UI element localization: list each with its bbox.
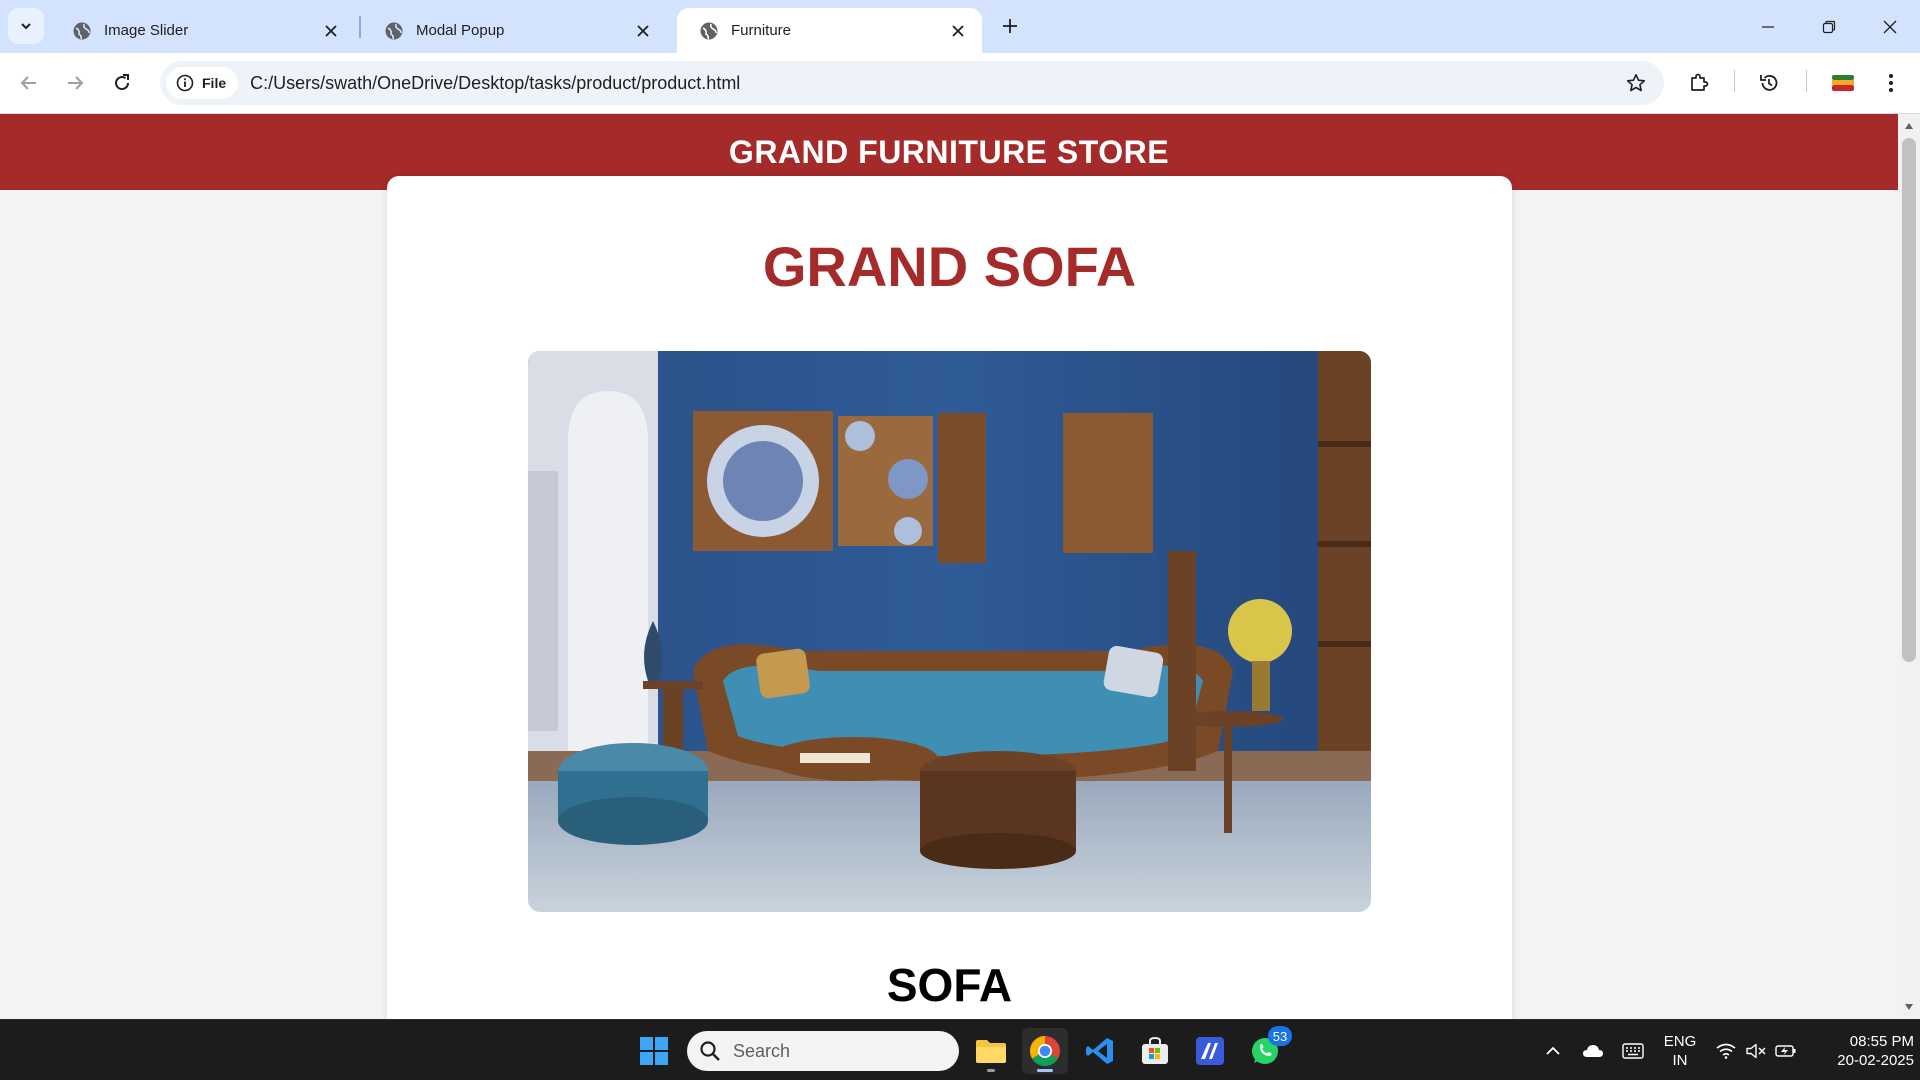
wifi-tray-icon[interactable] bbox=[1712, 1020, 1740, 1080]
restore-icon bbox=[1822, 20, 1836, 33]
info-icon bbox=[176, 74, 194, 92]
keyboard-tray-icon[interactable] bbox=[1618, 1020, 1648, 1080]
minimize-icon bbox=[1762, 25, 1774, 28]
vscode-button[interactable] bbox=[1077, 1028, 1123, 1074]
plus-icon bbox=[1003, 19, 1017, 33]
puzzle-icon bbox=[1691, 73, 1709, 91]
clock-time: 08:55 PM bbox=[1849, 1033, 1914, 1050]
site-info-label: File bbox=[202, 75, 227, 91]
tab-furniture[interactable]: Furniture bbox=[677, 8, 982, 53]
close-icon bbox=[1883, 20, 1897, 33]
app-icon bbox=[1196, 1037, 1224, 1065]
search-placeholder: Search bbox=[733, 1040, 791, 1061]
volume-muted-icon bbox=[1746, 1043, 1766, 1058]
chrome-icon bbox=[1029, 1036, 1060, 1067]
page-scrollbar[interactable] bbox=[1898, 114, 1920, 1019]
tab-strip: Image Slider Modal Popup Furniture bbox=[0, 0, 1920, 53]
toolbar-divider bbox=[1734, 70, 1735, 92]
forward-button[interactable] bbox=[57, 65, 93, 101]
chrome-button[interactable] bbox=[1022, 1028, 1068, 1074]
tab-title: Image Slider bbox=[104, 22, 189, 39]
windows-logo-icon bbox=[640, 1037, 668, 1065]
active-indicator bbox=[1037, 1069, 1053, 1072]
vscode-icon bbox=[1086, 1038, 1113, 1064]
folder-icon bbox=[976, 1040, 1006, 1063]
taskbar-search[interactable]: Search bbox=[687, 1031, 959, 1071]
history-icon bbox=[1760, 75, 1778, 91]
chevron-up-icon bbox=[1546, 1046, 1560, 1055]
minimize-button[interactable] bbox=[1738, 0, 1798, 53]
globe-icon bbox=[699, 21, 719, 41]
battery-tray-icon[interactable] bbox=[1772, 1020, 1800, 1080]
close-window-button[interactable] bbox=[1860, 0, 1920, 53]
windows-taskbar: Search 53 ENG IN 08:55 PM 20-02-2025 bbox=[0, 1019, 1920, 1080]
search-icon bbox=[700, 1041, 720, 1061]
reload-icon bbox=[115, 74, 130, 91]
reload-button[interactable] bbox=[104, 65, 140, 101]
close-icon[interactable] bbox=[946, 19, 970, 43]
keyboard-icon bbox=[1622, 1042, 1644, 1059]
globe-icon bbox=[72, 21, 92, 41]
more-vert-icon bbox=[1889, 74, 1893, 92]
volume-tray-icon[interactable] bbox=[1742, 1020, 1770, 1080]
back-button[interactable] bbox=[11, 65, 47, 101]
start-button[interactable] bbox=[631, 1028, 677, 1074]
system-clock[interactable]: 08:55 PM 20-02-2025 bbox=[1808, 1032, 1914, 1070]
site-info-chip[interactable]: File bbox=[166, 67, 239, 99]
browser-toolbar: File C:/Users/swath/OneDrive/Desktop/tas… bbox=[0, 53, 1920, 114]
clock-date: 20-02-2025 bbox=[1837, 1052, 1914, 1069]
globe-icon bbox=[384, 21, 404, 41]
restore-button[interactable] bbox=[1799, 0, 1859, 53]
arrow-left-icon bbox=[20, 76, 36, 90]
language-code: ENG bbox=[1663, 1033, 1697, 1050]
whatsapp-button[interactable]: 53 bbox=[1242, 1026, 1292, 1074]
app-button[interactable] bbox=[1187, 1028, 1233, 1074]
tab-image-slider[interactable]: Image Slider bbox=[50, 8, 355, 53]
arrow-right-icon bbox=[68, 76, 84, 90]
tab-modal-popup[interactable]: Modal Popup bbox=[362, 8, 667, 53]
close-icon[interactable] bbox=[631, 19, 655, 43]
tab-search-button[interactable] bbox=[8, 8, 44, 44]
product-title: GRAND SOFA bbox=[762, 235, 1137, 298]
tab-title: Modal Popup bbox=[416, 22, 505, 39]
scroll-thumb[interactable] bbox=[1902, 138, 1916, 662]
show-hidden-icons-button[interactable] bbox=[1540, 1020, 1566, 1080]
microsoft-store-button[interactable] bbox=[1132, 1028, 1178, 1074]
battery-charging-icon bbox=[1775, 1044, 1796, 1057]
product-subtitle: SOFA bbox=[886, 959, 1013, 1011]
close-icon[interactable] bbox=[319, 19, 343, 43]
cloud-icon bbox=[1583, 1044, 1603, 1057]
new-tab-button[interactable] bbox=[994, 10, 1026, 42]
language-indicator[interactable]: ENG IN bbox=[1660, 1032, 1700, 1070]
toolbar-divider bbox=[1806, 70, 1807, 92]
language-region: IN bbox=[1672, 1052, 1688, 1069]
url-text[interactable]: C:/Users/swath/OneDrive/Desktop/tasks/pr… bbox=[250, 73, 1618, 94]
scroll-down-arrow-icon[interactable] bbox=[1903, 1001, 1915, 1013]
scroll-up-arrow-icon[interactable] bbox=[1903, 120, 1915, 132]
history-button[interactable] bbox=[1751, 65, 1787, 101]
menu-button[interactable] bbox=[1873, 65, 1909, 101]
product-image bbox=[528, 351, 1371, 912]
product-card: GRAND SOFA SOFA bbox=[387, 176, 1512, 1019]
onedrive-tray-icon[interactable] bbox=[1578, 1020, 1608, 1080]
notification-badge: 53 bbox=[1268, 1026, 1292, 1046]
bookmark-star-icon[interactable] bbox=[1618, 65, 1654, 101]
address-bar[interactable]: File C:/Users/swath/OneDrive/Desktop/tas… bbox=[160, 61, 1664, 105]
store-icon bbox=[1142, 1036, 1168, 1064]
wifi-icon bbox=[1716, 1043, 1736, 1059]
avatar-icon bbox=[1832, 75, 1854, 91]
chevron-down-icon bbox=[21, 23, 31, 30]
tab-separator bbox=[359, 16, 361, 38]
tab-title: Furniture bbox=[731, 22, 792, 39]
profile-avatar[interactable] bbox=[1825, 65, 1861, 101]
extensions-button[interactable] bbox=[1681, 65, 1717, 101]
running-indicator bbox=[987, 1069, 995, 1072]
page-viewport: GRAND FURNITURE STORE GRAND SOFA SOFA bbox=[0, 114, 1898, 1019]
file-explorer-button[interactable] bbox=[968, 1028, 1014, 1074]
